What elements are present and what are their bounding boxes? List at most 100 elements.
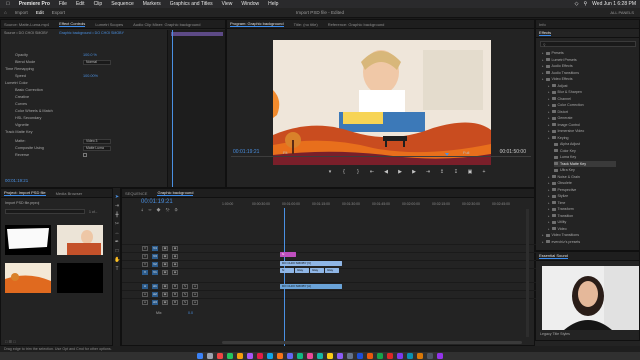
- workspace-tab-edit[interactable]: Edit: [36, 10, 44, 15]
- dock-app-icon[interactable]: [257, 353, 263, 359]
- step-forward-icon[interactable]: ▶: [411, 169, 417, 175]
- tab-sequence[interactable]: SEQUENCE: [125, 191, 147, 196]
- ec-row-time-remap[interactable]: Time Remapping: [5, 66, 34, 72]
- lock-icon[interactable]: ▣: [162, 292, 168, 297]
- disclosure-triangle-icon[interactable]: ▸: [542, 64, 544, 68]
- ec-row-curves[interactable]: Curves: [15, 101, 27, 107]
- solo-button[interactable]: S: [182, 292, 188, 297]
- go-to-in-icon[interactable]: ⇤: [369, 169, 375, 175]
- tab-project[interactable]: Project: Import PSD file: [4, 190, 46, 196]
- dock-app-icon[interactable]: [357, 353, 363, 359]
- dock-app-icon[interactable]: [297, 353, 303, 359]
- effects-tree-item[interactable]: ▸ Video Effects: [542, 76, 573, 82]
- track-target-button[interactable]: V1: [152, 270, 158, 275]
- effects-tree-item[interactable]: Color Key: [554, 148, 576, 154]
- dock-app-icon[interactable]: [337, 353, 343, 359]
- dock-app-icon[interactable]: [397, 353, 403, 359]
- ec-row-matte[interactable]: Matte: Video 3: [15, 138, 111, 144]
- search-icon[interactable]: ⚲: [584, 1, 588, 7]
- ec-row-opacity[interactable]: Opacity 100.0 %: [15, 52, 97, 58]
- clip-a1-audio[interactable]: DO CHOI SMOBY [A]: [280, 284, 342, 289]
- effects-tree-item[interactable]: ▸ Image Control: [548, 122, 580, 128]
- ec-speed-value[interactable]: 100.00%: [83, 74, 98, 78]
- dock-app-icon[interactable]: [307, 353, 313, 359]
- track-select-tool-icon[interactable]: ⇥: [114, 203, 120, 209]
- ec-row-lumetri[interactable]: Lumetri Color: [5, 80, 28, 86]
- dock-app-icon[interactable]: [317, 353, 323, 359]
- clip-v3-fx[interactable]: fx: [280, 252, 296, 257]
- composite-select[interactable]: Matte Luma: [83, 145, 111, 151]
- tab-graphic-background[interactable]: Graphic background: [157, 190, 194, 196]
- menu-clip[interactable]: Clip: [94, 1, 103, 7]
- mic-icon[interactable]: ●: [192, 300, 198, 305]
- track-target-button[interactable]: V3: [152, 254, 158, 259]
- menu-edit[interactable]: Edit: [76, 1, 85, 7]
- tab-title[interactable]: Title: (no title): [294, 22, 318, 27]
- effects-tree-item[interactable]: ▸ Channel: [548, 96, 571, 102]
- workspace-tab-import[interactable]: Import: [15, 10, 28, 15]
- disclosure-triangle-icon[interactable]: ▸: [542, 240, 544, 244]
- disclosure-triangle-icon[interactable]: ▸: [548, 220, 550, 224]
- disclosure-triangle-icon[interactable]: ▸: [542, 77, 544, 81]
- slip-tool-icon[interactable]: ↔: [114, 230, 120, 236]
- eye-icon[interactable]: ◉: [172, 262, 178, 267]
- lock-icon[interactable]: ▣: [162, 246, 168, 251]
- mic-icon[interactable]: ●: [192, 292, 198, 297]
- effects-tree-item[interactable]: Alpha Adjust: [554, 141, 580, 147]
- solo-button[interactable]: S: [182, 284, 188, 289]
- bin-item-thumb[interactable]: [5, 225, 51, 255]
- dock-app-icon[interactable]: [287, 353, 293, 359]
- effects-tree-item[interactable]: ▸ Generate: [548, 115, 573, 121]
- track-row-v3[interactable]: V V3 ▣ ◉: [122, 252, 536, 259]
- lock-icon[interactable]: ▣: [162, 262, 168, 267]
- fit-select[interactable]: Fit: [283, 150, 287, 155]
- ec-playhead[interactable]: [172, 30, 173, 187]
- tab-audio-clip-mixer[interactable]: Audio Clip Mixer: Graphic background: [133, 22, 200, 27]
- reverse-checkbox[interactable]: [83, 153, 87, 157]
- dock-app-icon[interactable]: [387, 353, 393, 359]
- effects-tree-item[interactable]: ▸ everchiz's presets: [542, 239, 580, 245]
- ec-row-track-matte[interactable]: Track Matte Key: [5, 129, 33, 135]
- menu-help[interactable]: Help: [268, 1, 278, 7]
- timeline-zoom-scrollbar[interactable]: [222, 341, 522, 344]
- menu-sequence[interactable]: Sequence: [111, 1, 134, 7]
- matte-select[interactable]: Video 3: [83, 138, 111, 144]
- in-point-icon[interactable]: {: [341, 169, 347, 175]
- legacy-title-styles[interactable]: Legacy Title Styles: [540, 332, 570, 336]
- workspace-tab-export[interactable]: Export: [52, 10, 65, 15]
- razor-tool-icon[interactable]: ✂: [114, 221, 120, 227]
- ec-row-blend[interactable]: Blend Mode Normal: [15, 59, 111, 65]
- track-target-button[interactable]: A3: [152, 300, 158, 305]
- track-target-button[interactable]: A2: [152, 292, 158, 297]
- clip-v1-fx[interactable]: fx: [280, 268, 294, 273]
- tab-info[interactable]: Info: [539, 22, 546, 27]
- menu-view[interactable]: View: [222, 1, 233, 7]
- disclosure-triangle-icon[interactable]: ▸: [548, 181, 550, 185]
- lock-icon[interactable]: ▣: [162, 270, 168, 275]
- program-playhead[interactable]: [445, 153, 449, 156]
- ec-row-basic[interactable]: Basic Correction: [15, 87, 43, 93]
- disclosure-triangle-icon[interactable]: ▸: [542, 51, 544, 55]
- dock-app-icon[interactable]: [417, 353, 423, 359]
- bin-item-thumb[interactable]: [5, 263, 51, 293]
- disclosure-triangle-icon[interactable]: ▸: [548, 194, 550, 198]
- disclosure-triangle-icon[interactable]: ▸: [548, 214, 550, 218]
- effects-search-input[interactable]: ⚲: [540, 41, 636, 47]
- ec-row-reverse[interactable]: Reverse: [15, 152, 87, 158]
- ec-row-creative[interactable]: Creative: [15, 94, 29, 100]
- timeline-timecode[interactable]: 00:01:19:21: [141, 199, 173, 205]
- clip-v1-glay-3[interactable]: Glay: [325, 268, 339, 273]
- effects-tree-item[interactable]: Luma Key: [554, 154, 576, 160]
- video-frame[interactable]: [273, 40, 491, 165]
- camera-icon[interactable]: ▣: [467, 169, 473, 175]
- menubar-clock[interactable]: Wed Jun 1 6:28 PM: [592, 1, 636, 7]
- all-panels-button[interactable]: ALL PANELS: [610, 10, 634, 15]
- dock-app-icon[interactable]: [427, 353, 433, 359]
- track-row-a3[interactable]: A A3 ▣ M S ●: [122, 298, 536, 305]
- bin-item-thumb[interactable]: [57, 225, 103, 255]
- menu-file[interactable]: File: [59, 1, 67, 7]
- menu-markers[interactable]: Markers: [143, 1, 161, 7]
- ec-opacity-value[interactable]: 100.0 %: [83, 53, 97, 57]
- selection-tool-icon[interactable]: ➤: [114, 194, 120, 200]
- tab-reference[interactable]: Reference: Graphic background: [328, 22, 385, 27]
